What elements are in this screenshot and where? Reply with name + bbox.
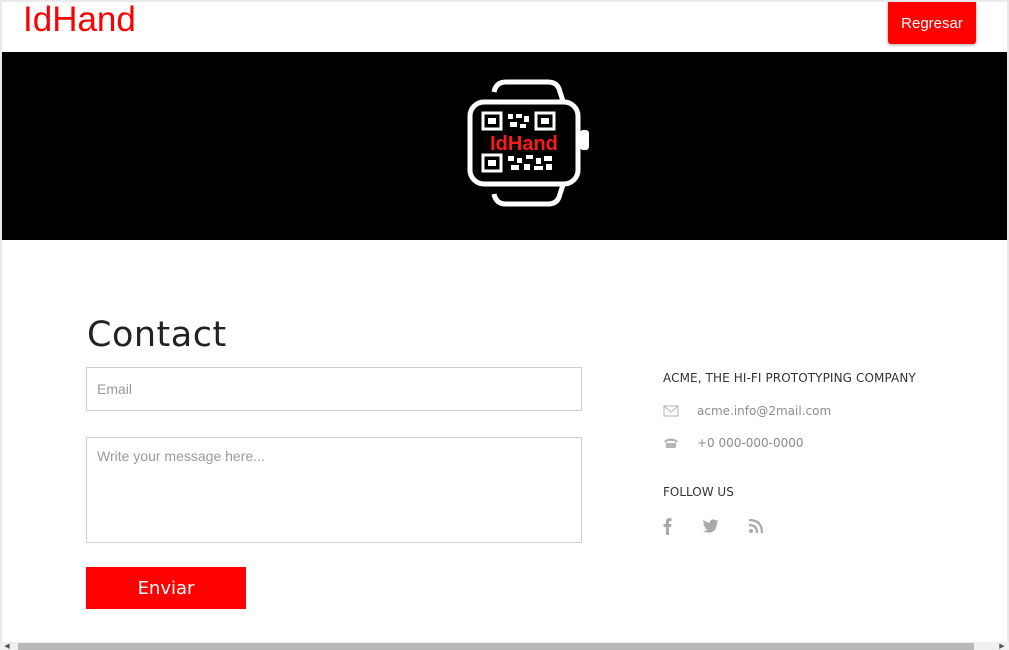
twitter-icon[interactable] [701,516,721,536]
phone-icon [664,438,678,448]
smartwatch-logo-icon: IdHand [467,79,589,207]
company-name: ACME, THE HI-FI PROTOTYPING COMPANY [663,371,916,385]
back-button[interactable]: Regresar [888,2,976,44]
rss-icon[interactable] [746,516,766,536]
scroll-right-arrow-icon[interactable]: ▶ [995,642,1009,650]
contact-email-row: acme.info@2mail.com [663,402,831,420]
facebook-icon[interactable] [658,516,678,536]
send-button[interactable]: Enviar [86,567,246,609]
page-title: Contact [87,315,227,356]
banner-logo-text: IdHand [490,133,558,155]
contact-phone-row: +0 000-000-0000 [663,434,804,452]
scroll-thumb[interactable] [18,643,974,650]
contact-email[interactable]: acme.info@2mail.com [697,404,831,418]
horizontal-scrollbar[interactable]: ◀ ▶ [0,642,1009,650]
hero-banner: IdHand [2,52,1007,240]
scroll-left-arrow-icon[interactable]: ◀ [0,642,14,650]
follow-us-label: FOLLOW US [663,485,734,499]
contact-phone: +0 000-000-0000 [697,436,804,450]
envelope-icon [663,405,679,417]
email-field[interactable] [86,367,582,411]
brand-logo[interactable]: IdHand [23,2,136,40]
page: IdHand Regresar IdHand Contact Email Wri… [2,2,1007,642]
message-textarea[interactable] [86,437,582,543]
